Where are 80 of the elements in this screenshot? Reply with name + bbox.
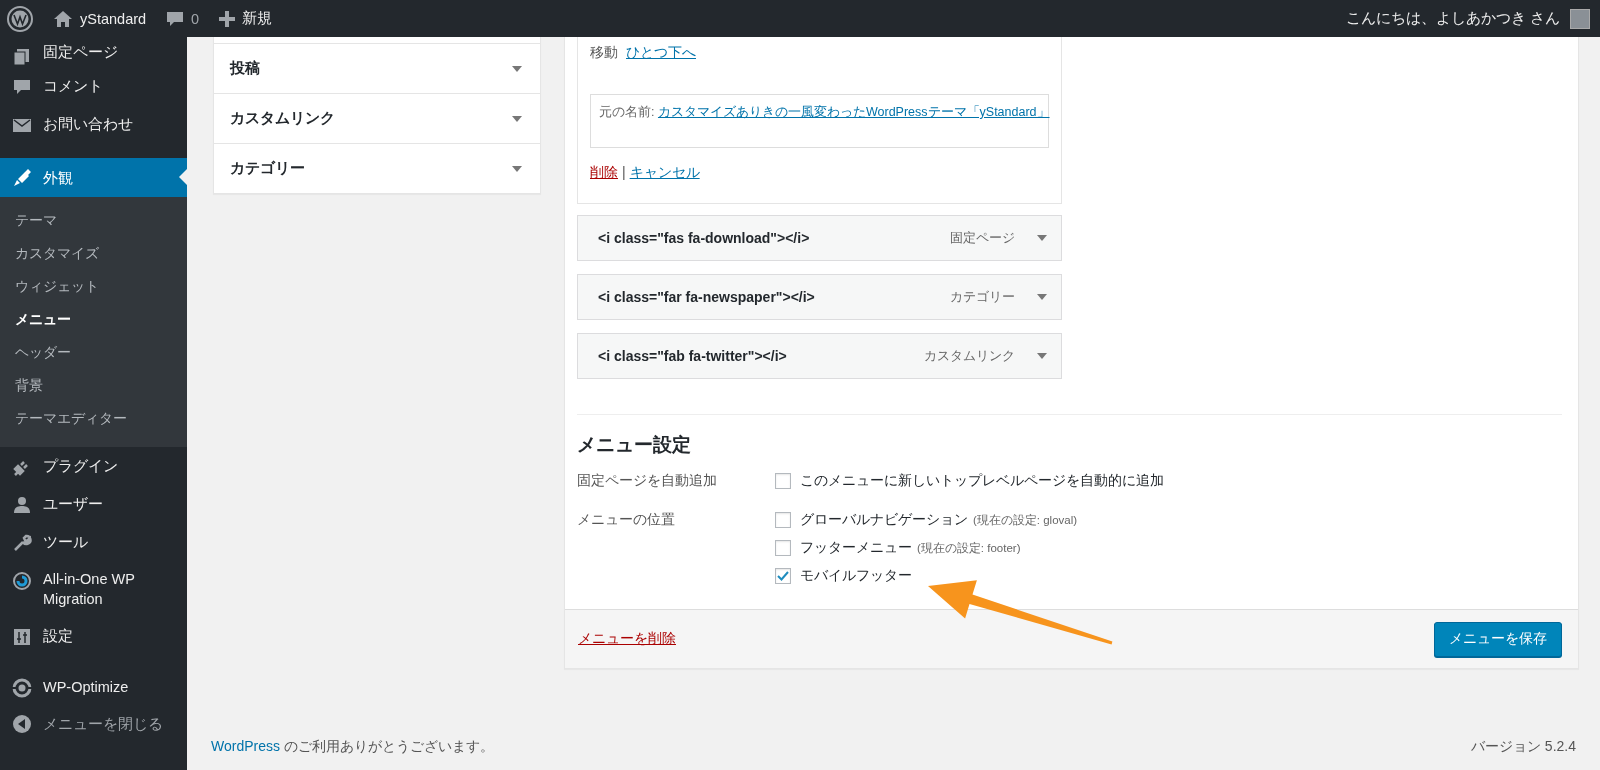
circular-arrows-icon bbox=[12, 571, 32, 591]
menu-item-type: カテゴリー bbox=[950, 288, 1015, 306]
submenu-item[interactable]: メニュー bbox=[0, 303, 187, 336]
collapse-icon bbox=[12, 714, 32, 734]
footer-thanks-text: WordPress のご利用ありがとうございます。 bbox=[211, 737, 494, 756]
section-heading: メニュー設定 bbox=[577, 433, 692, 457]
menu-item-bar[interactable]: <i class="fas fa-download"></i> 固定ページ bbox=[577, 215, 1062, 261]
caret-icon bbox=[512, 65, 522, 72]
save-menu-button[interactable]: メニューを保存 bbox=[1434, 621, 1562, 657]
submenu-item[interactable]: ウィジェット bbox=[0, 270, 187, 303]
comment-icon bbox=[166, 9, 185, 28]
move-label: 移動 bbox=[590, 43, 618, 62]
accordion-header[interactable]: カスタムリンク bbox=[214, 94, 540, 144]
option-label: グローバルナビゲーション bbox=[800, 511, 968, 529]
version-text: バージョン 5.2.4 bbox=[1470, 737, 1576, 756]
caret-icon bbox=[1037, 353, 1047, 359]
option-label: フッターメニュー bbox=[800, 539, 912, 557]
sidebar-item[interactable]: コメント bbox=[0, 67, 187, 105]
option-note: (現在の設定: footer) bbox=[917, 540, 1021, 556]
submenu-item[interactable]: 背景 bbox=[0, 369, 187, 402]
submenu-item[interactable]: カスタマイズ bbox=[0, 237, 187, 270]
menu-item-title: <i class="fas fa-download"></i> bbox=[598, 230, 811, 246]
remove-link[interactable]: 削除 bbox=[590, 162, 618, 182]
move-down-link[interactable]: ひとつ下へ bbox=[626, 42, 696, 62]
sidebar-item[interactable]: プラグイン bbox=[0, 447, 187, 485]
collapse-menu-button[interactable]: メニューを閉じる bbox=[0, 706, 187, 742]
greeting-link[interactable]: こんにちは、よしあかつき さん bbox=[1345, 0, 1560, 37]
new-content-link[interactable]: 新規 bbox=[219, 0, 273, 37]
sliders-icon bbox=[12, 627, 32, 647]
wordpress-link[interactable]: WordPress bbox=[211, 738, 280, 754]
caret-icon bbox=[1037, 235, 1047, 241]
submenu-item[interactable]: テーマ bbox=[0, 204, 187, 237]
comment-icon bbox=[12, 77, 32, 97]
menu-item-title: <i class="far fa-newspaper"></i> bbox=[598, 289, 816, 305]
caret-icon bbox=[512, 165, 522, 172]
setting-label: メニューの位置 bbox=[577, 511, 676, 529]
checkmark-icon bbox=[777, 571, 789, 581]
checkbox[interactable] bbox=[775, 473, 791, 489]
menu-item-title: <i class="fab fa-twitter"></i> bbox=[598, 348, 788, 364]
avatar-image bbox=[1570, 8, 1590, 29]
option-note: (現在の設定: gloval) bbox=[973, 512, 1078, 528]
cancel-link[interactable]: キャンセル bbox=[629, 162, 700, 182]
option-label: モバイルフッター bbox=[800, 567, 912, 585]
menu-item-bar[interactable]: <i class="far fa-newspaper"></i> カテゴリー bbox=[577, 274, 1062, 320]
plus-icon bbox=[219, 10, 236, 27]
sidebar-item[interactable]: WP-Optimize bbox=[0, 668, 187, 706]
original-name-label: 元の名前: bbox=[599, 105, 656, 119]
delete-menu-link[interactable]: メニューを削除 bbox=[578, 630, 676, 648]
original-name-link[interactable]: カスタマイズありきの一風変わったWordPressテーマ「yStandard」 bbox=[657, 105, 1050, 119]
setting-label: 固定ページを自動追加 bbox=[577, 472, 718, 490]
sidebar-item[interactable]: 外観 bbox=[0, 158, 187, 197]
sidebar-item[interactable]: 設定 bbox=[0, 617, 187, 655]
comments-link[interactable]: 0 bbox=[166, 0, 200, 37]
sidebar-item[interactable]: ツール bbox=[0, 523, 187, 561]
user-icon bbox=[12, 495, 32, 515]
menu-item-type: カスタムリンク bbox=[924, 347, 1015, 365]
sidebar-item[interactable]: 固定ページ bbox=[0, 37, 187, 67]
pages-icon bbox=[12, 47, 32, 67]
wordpress-logo-icon bbox=[7, 5, 33, 32]
caret-icon bbox=[1037, 294, 1047, 300]
submenu-item[interactable]: テーマエディター bbox=[0, 402, 187, 435]
site-name-link[interactable]: yStandard bbox=[53, 0, 147, 37]
option-label: このメニューに新しいトップレベルページを自動的に追加 bbox=[800, 472, 1164, 490]
separator-text: | bbox=[622, 163, 626, 182]
submenu-item[interactable]: ヘッダー bbox=[0, 336, 187, 369]
sidebar-item[interactable]: ユーザー bbox=[0, 485, 187, 523]
home-icon bbox=[53, 9, 73, 28]
wrench-icon bbox=[12, 533, 32, 553]
checkbox[interactable] bbox=[775, 512, 791, 528]
checkbox[interactable] bbox=[775, 568, 791, 584]
sidebar-item[interactable]: All-in-One WP Migration bbox=[0, 561, 187, 617]
menu-item-type: 固定ページ bbox=[950, 229, 1015, 247]
sidebar-item[interactable]: お問い合わせ bbox=[0, 105, 187, 143]
checkbox[interactable] bbox=[775, 540, 791, 556]
brush-icon bbox=[12, 168, 32, 188]
menu-item-bar[interactable]: <i class="fab fa-twitter"></i> カスタムリンク bbox=[577, 333, 1062, 379]
accordion-header[interactable]: カテゴリー bbox=[214, 144, 540, 193]
caret-icon bbox=[512, 115, 522, 122]
accordion-header[interactable]: 投稿 bbox=[214, 44, 540, 94]
ring-icon bbox=[12, 678, 32, 698]
